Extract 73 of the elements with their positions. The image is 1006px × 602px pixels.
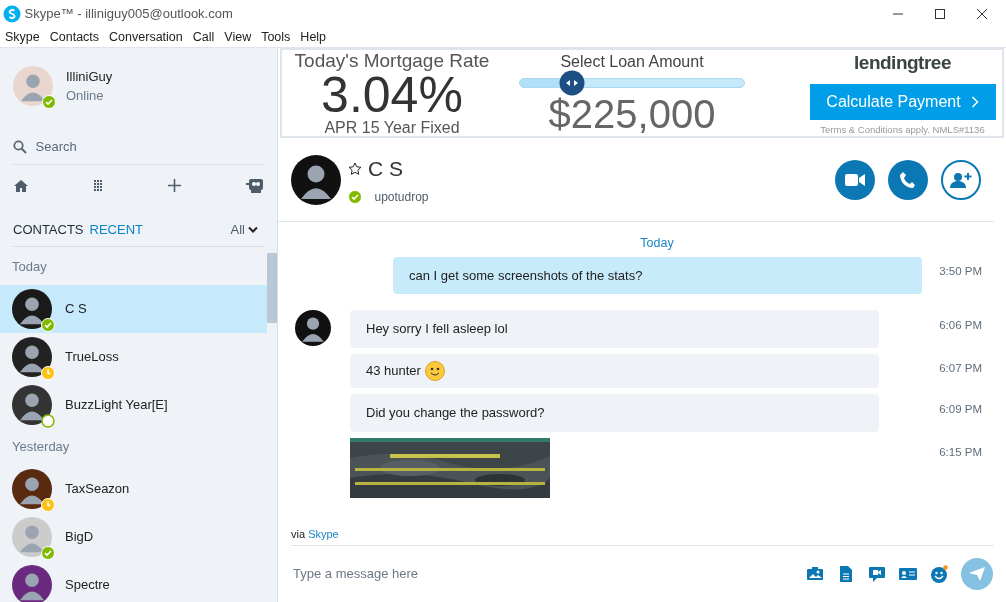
terms-text: Terms & Conditions apply. NMLS#1136 [820,122,985,137]
avatar [12,565,52,602]
call-button[interactable] [888,159,928,200]
message-text: Hey sorry I fell asleep lol [366,321,508,337]
ad-title: Today's Mortgage Rate [293,50,491,70]
phone-icon [899,170,917,189]
message-time: 6:06 PM [938,317,982,333]
avatar [291,154,341,205]
group-label: Yesterday [11,438,71,456]
media-icon[interactable] [806,565,824,583]
skype-link[interactable]: Skype [308,527,339,540]
list-tab[interactable]: CONTACTS [13,219,90,240]
avatar [295,310,331,347]
menu-item[interactable]: Call [187,28,220,47]
avatar [12,469,52,509]
loan-amount: $225,000 [548,92,716,136]
menu-item[interactable]: Tools [256,28,296,47]
list-tab[interactable]: RECENT [89,219,149,240]
message-time: 3:50 PM [938,264,982,280]
send-icon [969,567,985,581]
contact-item[interactable]: BigD [0,513,267,561]
contact-item[interactable]: BuzzLight Year[E] [0,381,267,429]
message-text: can I get some screenshots of the stats? [409,267,643,283]
home-icon[interactable] [13,178,29,193]
contact-item[interactable]: C S [0,285,267,333]
menu-item[interactable]: Conversation [104,28,188,47]
scrollbar-thumb[interactable] [267,253,277,323]
add-contact-button[interactable] [941,159,981,200]
video-message-icon[interactable] [868,565,886,583]
avatar [12,337,52,377]
contact-item[interactable]: TaxSeazon [0,465,267,513]
contact-item[interactable]: TrueLoss [0,333,267,381]
video-camera-icon [845,172,865,187]
slider-thumb[interactable] [558,70,585,96]
app-logo-icon [3,5,22,23]
via-label: via [291,527,306,540]
message-time: 6:07 PM [938,361,982,377]
message-text: 43 hunter [366,362,421,378]
add-icon[interactable] [168,179,181,192]
bot-icon[interactable] [246,177,264,194]
emoticon-icon[interactable] [930,565,948,583]
rate-caption: APR 15 Year Fixed [323,119,461,136]
avatar [12,517,52,557]
menu-item[interactable]: Skype [0,28,45,47]
contact-name: C S [368,156,403,183]
day-label: Today [639,235,675,252]
menu-item[interactable]: View [219,28,257,47]
menu-item[interactable]: Contacts [44,28,105,47]
chevron-icon [970,96,979,109]
slider-title: Select Loan Amount [560,52,704,72]
filter-dropdown[interactable]: All [230,219,264,240]
mood-message: upotudrop [374,188,429,206]
message-text: Did you change the password? [366,405,545,421]
search-field[interactable]: Search [33,136,214,158]
avatar [12,289,52,329]
search-icon [13,140,27,154]
contact-item[interactable]: Spectre [0,561,267,602]
add-person-icon [950,170,972,189]
window-title: Skype™ - illiniguy005@outlook.com [24,5,233,24]
video-call-button[interactable] [835,159,875,200]
message-time: 6:15 PM [938,445,982,461]
group-label: Today [11,258,48,276]
avatar [12,385,52,425]
document-icon[interactable] [837,565,855,583]
contact-card-icon[interactable] [899,565,917,583]
dialpad-icon[interactable] [94,179,103,192]
user-name: IlliniGuy [66,67,113,86]
menu-item[interactable]: Help [295,28,332,47]
status-text: Online [66,87,105,105]
brand-logo: lendingtree [854,51,951,76]
star-icon[interactable] [347,161,362,176]
caret-icon [248,225,258,234]
message-time: 6:09 PM [938,401,982,417]
